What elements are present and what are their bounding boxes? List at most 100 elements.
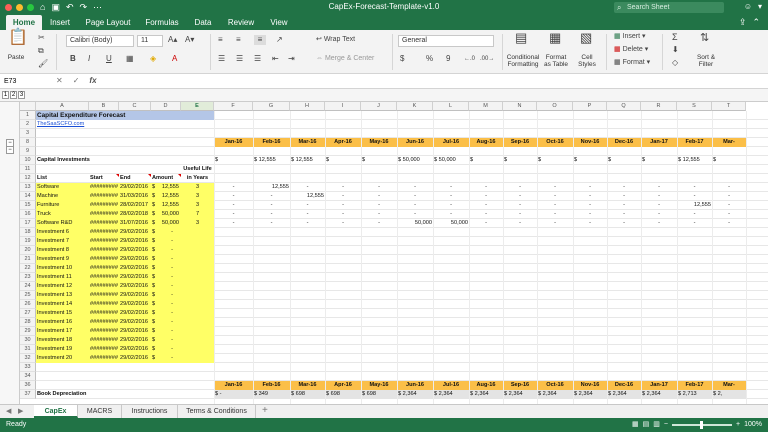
asset-month-value[interactable]: - (537, 219, 573, 228)
depreciation-value[interactable]: $ 2,364 (641, 390, 677, 399)
row-header-32[interactable]: 32 (20, 354, 36, 363)
investment-useful-life[interactable] (181, 264, 214, 273)
asset-month-value[interactable]: - (537, 201, 573, 210)
chevron-down-icon[interactable]: ▾ (758, 2, 762, 11)
underline-button[interactable]: U (106, 54, 112, 64)
italic-button[interactable]: I (88, 54, 90, 64)
merge-center-button[interactable]: ⇔ Merge & Center (316, 54, 374, 64)
tab-home[interactable]: Home (6, 15, 42, 30)
investment-name[interactable]: Investment 14 (36, 300, 89, 309)
sheet-title[interactable]: Capital Expenditure Forecast (36, 111, 214, 120)
increase-font-icon[interactable]: A▴ (168, 35, 177, 45)
asset-month-value[interactable]: - (325, 192, 361, 201)
month-header[interactable]: Nov-16 (573, 381, 607, 390)
depreciation-value[interactable]: $ 349 (253, 390, 290, 399)
asset-month-value[interactable]: - (503, 192, 537, 201)
investment-useful-life[interactable] (181, 327, 214, 336)
row-header-29[interactable]: 29 (20, 327, 36, 336)
asset-month-value[interactable]: - (433, 210, 469, 219)
asset-month-value[interactable]: 12,555 (290, 192, 325, 201)
investment-start[interactable]: ######### (89, 309, 119, 318)
investment-name[interactable]: Investment 12 (36, 282, 89, 291)
conditional-formatting-button[interactable]: Conditional Formatting (504, 54, 542, 68)
asset-month-value[interactable]: - (325, 201, 361, 210)
font-color-icon[interactable]: A (172, 54, 177, 64)
row-header-14[interactable]: 14 (20, 192, 36, 201)
month-header[interactable]: May-16 (361, 381, 397, 390)
row-header-11[interactable]: 11 (20, 165, 36, 174)
month-header[interactable]: Jul-16 (433, 138, 469, 147)
row-header-18[interactable]: 18 (20, 228, 36, 237)
investment-name[interactable]: Investment 10 (36, 264, 89, 273)
asset-month-value[interactable]: - (712, 192, 746, 201)
column-header-c[interactable]: C (119, 102, 151, 111)
depreciation-value[interactable]: $ 2,364 (469, 390, 503, 399)
insert-function-icon[interactable]: fx (89, 76, 96, 85)
depreciation-value[interactable]: $ 698 (290, 390, 325, 399)
book-depreciation-label[interactable]: Book Depreciation (36, 390, 119, 399)
row-header-2[interactable]: 2 (20, 120, 36, 129)
asset-useful-life[interactable]: 7 (181, 210, 214, 219)
row-header-10[interactable]: 10 (20, 156, 36, 165)
page-break-view-icon[interactable]: ▥ (653, 418, 660, 432)
wrap-text-button[interactable]: ↩ Wrap Text (316, 35, 355, 45)
month-header[interactable]: Feb-16 (253, 138, 290, 147)
asset-month-value[interactable]: - (607, 210, 641, 219)
investment-name[interactable]: Investment 19 (36, 345, 89, 354)
asset-name[interactable]: Truck (36, 210, 89, 219)
capex-total[interactable]: $ (361, 156, 397, 165)
capex-total[interactable]: $ (712, 156, 746, 165)
month-header[interactable]: Mar- (712, 138, 746, 147)
investment-start[interactable]: ######### (89, 300, 119, 309)
asset-month-value[interactable]: - (469, 192, 503, 201)
investment-amount[interactable]: $ - (151, 327, 181, 336)
asset-start[interactable]: ######### (89, 201, 119, 210)
depreciation-value[interactable]: $ 2,364 (433, 390, 469, 399)
month-header[interactable]: Dec-16 (607, 381, 641, 390)
column-header-l[interactable]: L (433, 102, 469, 111)
asset-month-value[interactable]: - (712, 210, 746, 219)
investment-start[interactable]: ######### (89, 255, 119, 264)
asset-month-value[interactable]: - (214, 219, 253, 228)
conditional-formatting-icon[interactable]: ▤ (515, 31, 527, 44)
investment-name[interactable]: Investment 6 (36, 228, 89, 237)
capex-total[interactable]: $ 12,555 (290, 156, 325, 165)
cancel-formula-icon[interactable]: ✕ (56, 76, 63, 85)
asset-month-value[interactable]: - (573, 183, 607, 192)
clear-icon[interactable]: ◇ (672, 58, 678, 68)
row-header-17[interactable]: 17 (20, 219, 36, 228)
bold-button[interactable]: B (70, 54, 76, 64)
row-header-12[interactable]: 12 (20, 174, 36, 183)
month-header[interactable]: Jul-16 (433, 381, 469, 390)
asset-amount[interactable]: $12,555 (151, 183, 181, 192)
asset-month-value[interactable]: 12,555 (677, 201, 712, 210)
investment-useful-life[interactable] (181, 318, 214, 327)
number-format-select[interactable]: General (398, 35, 494, 47)
depreciation-value[interactable]: $ 2, (712, 390, 746, 399)
month-header[interactable]: Dec-16 (607, 138, 641, 147)
investment-start[interactable]: ######### (89, 264, 119, 273)
page-layout-view-icon[interactable]: ▤ (643, 418, 650, 432)
asset-month-value[interactable]: - (537, 183, 573, 192)
asset-month-value[interactable]: - (214, 201, 253, 210)
capex-total[interactable]: $ 50,000 (433, 156, 469, 165)
investment-name[interactable]: Investment 7 (36, 237, 89, 246)
column-header-s[interactable]: S (677, 102, 712, 111)
insert-cells-button[interactable]: ▦ Insert ▾ (614, 32, 646, 42)
row-header-25[interactable]: 25 (20, 291, 36, 300)
depreciation-value[interactable]: $ 2,364 (537, 390, 573, 399)
tab-view[interactable]: View (264, 15, 294, 30)
asset-amount[interactable]: $50,000 (151, 210, 181, 219)
column-header-f[interactable]: F (214, 102, 253, 111)
outline-level-3-button[interactable]: 3 (18, 91, 25, 99)
investment-useful-life[interactable] (181, 291, 214, 300)
row-header-37[interactable]: 37 (20, 390, 36, 399)
row-header-19[interactable]: 19 (20, 237, 36, 246)
asset-month-value[interactable]: - (290, 183, 325, 192)
spreadsheet-grid[interactable]: − − ABCDEFGHIJKLMNOPQRST 1 Capital Expendi… (0, 102, 768, 404)
zoom-in-icon[interactable]: + (736, 418, 740, 432)
autosum-icon[interactable]: Σ (672, 32, 678, 42)
investment-useful-life[interactable] (181, 228, 214, 237)
investment-start[interactable]: ######### (89, 336, 119, 345)
useful-life-header[interactable]: in Years (181, 174, 214, 183)
